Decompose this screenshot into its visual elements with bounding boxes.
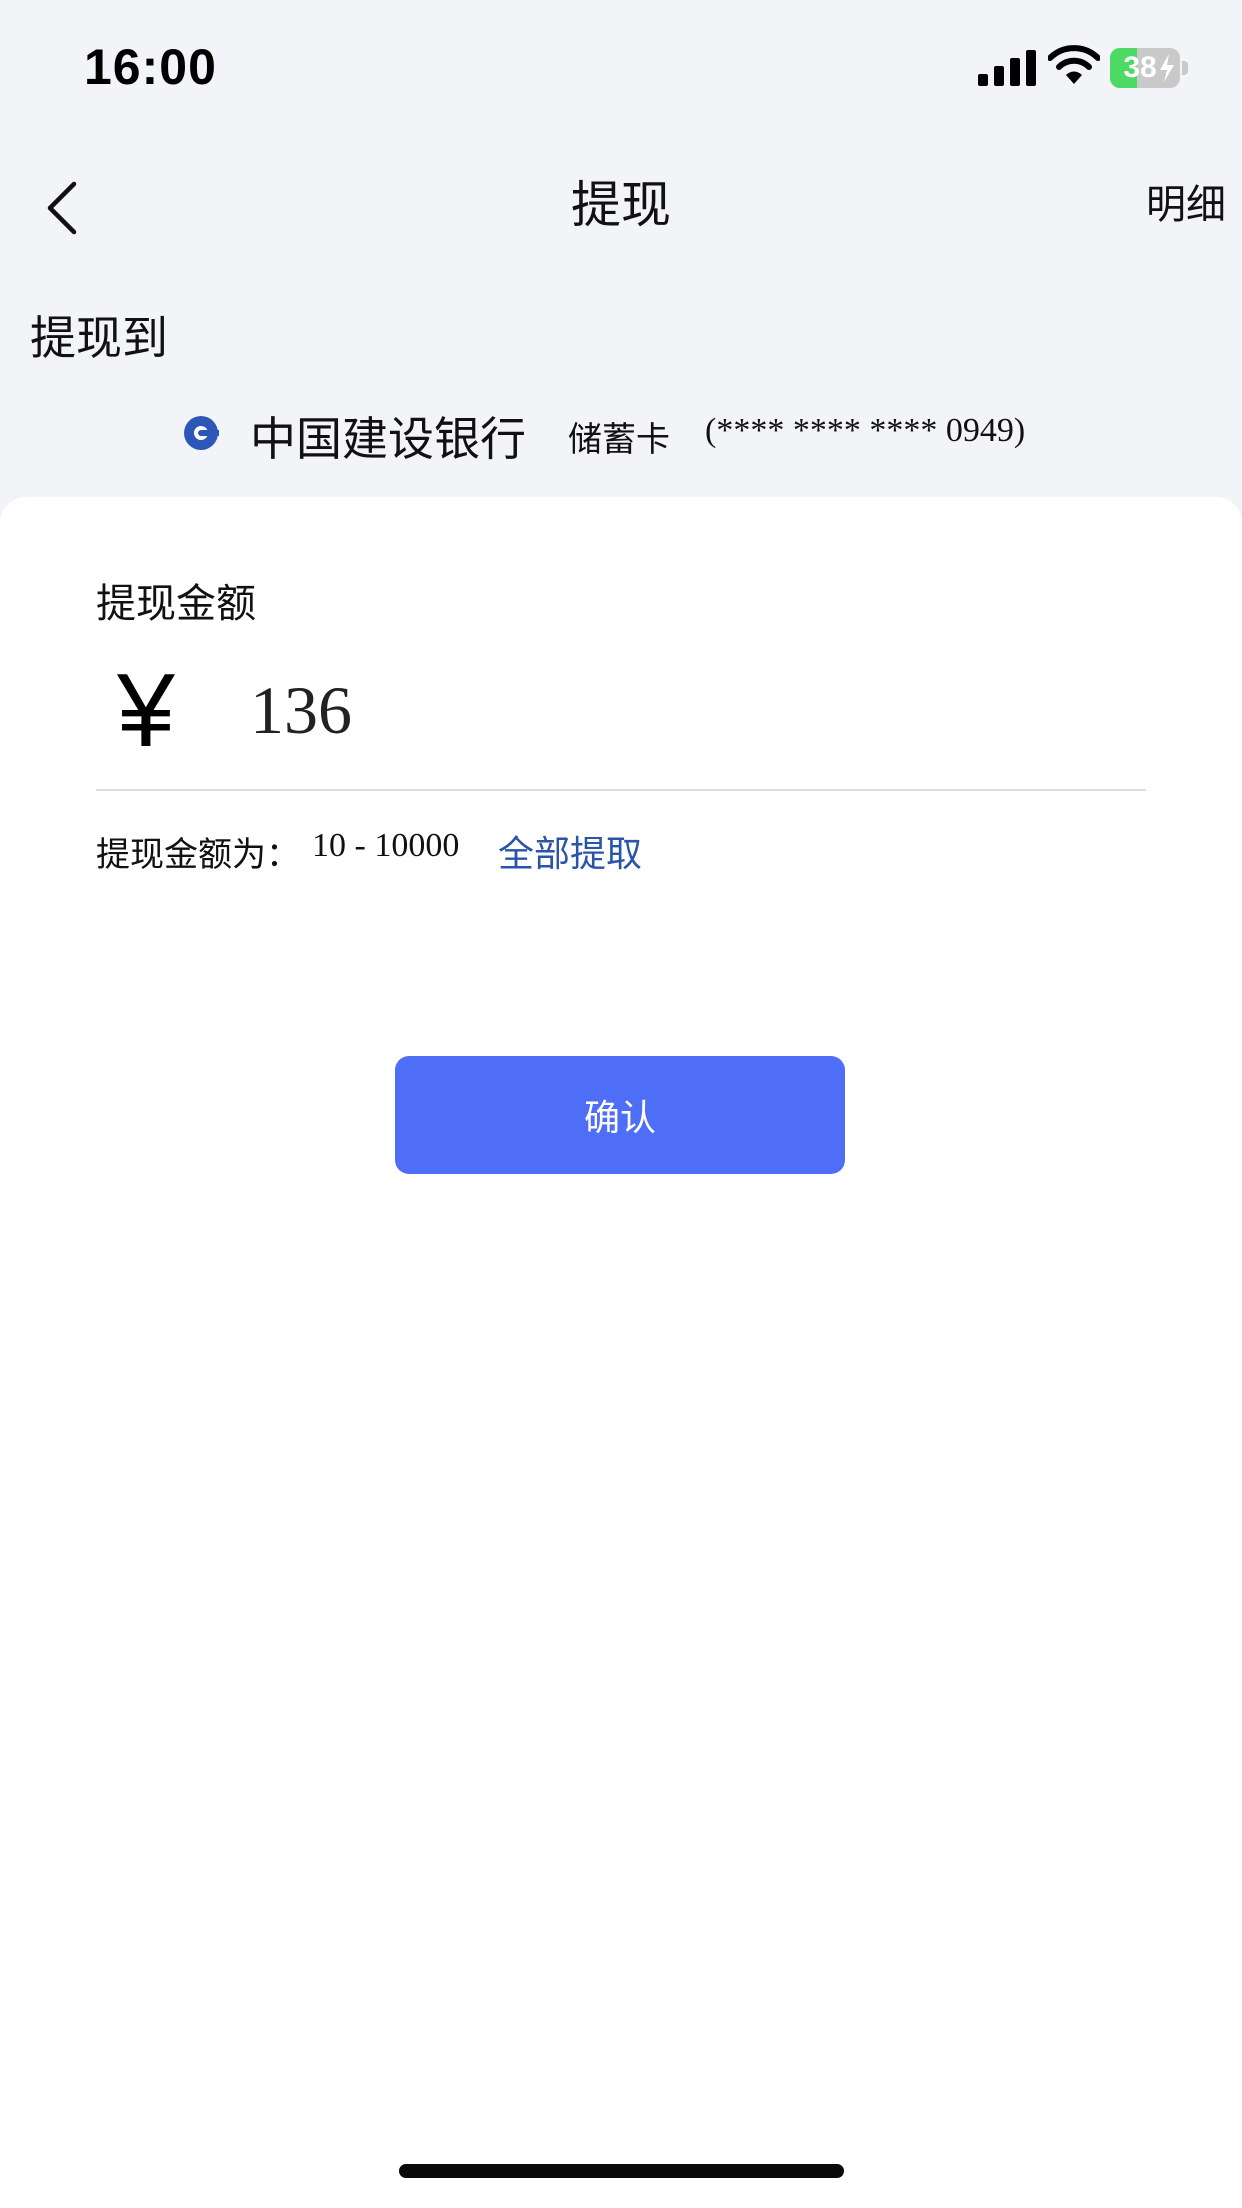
currency-symbol: ¥ — [117, 653, 175, 769]
amount-label: 提现金额 — [96, 581, 256, 627]
back-button[interactable] — [30, 165, 100, 245]
bank-card-selector[interactable]: 中国建设银行 储蓄卡 (**** **** **** 0949) — [0, 395, 1242, 475]
signal-bars-icon — [978, 50, 1036, 86]
wifi-icon — [1048, 45, 1100, 84]
amount-input[interactable] — [250, 665, 1130, 755]
ccb-bank-logo-icon — [184, 416, 219, 450]
battery-body: 38 — [1110, 48, 1180, 88]
range-label: 提现金额为： — [96, 835, 300, 875]
battery-cap — [1182, 61, 1188, 75]
amount-card: 提现金额 ¥ 提现金额为： 10 - 10000 全部提取 确认 — [0, 497, 1242, 2208]
status-bar: 16:00 38 — [0, 0, 1242, 135]
confirm-button[interactable]: 确认 — [395, 1056, 845, 1174]
range-value: 10 - 10000 — [312, 827, 460, 864]
home-indicator — [399, 2164, 844, 2178]
withdraw-all-link[interactable]: 全部提取 — [498, 825, 642, 877]
amount-divider — [96, 789, 1146, 791]
chevron-left-icon — [47, 181, 77, 235]
page-title: 提现 — [571, 176, 671, 234]
nav-bar: 提现 明细 — [0, 135, 1242, 275]
detail-button[interactable]: 明细 — [1146, 135, 1226, 275]
card-number: (**** **** **** 0949) — [705, 412, 1026, 449]
card-type: 储蓄卡 — [568, 420, 670, 460]
status-time: 16:00 — [84, 39, 217, 95]
withdraw-to-label: 提现到 — [30, 311, 168, 365]
battery-charging-icon: 38 — [1110, 48, 1188, 88]
charging-bolt-icon — [1160, 54, 1174, 82]
bank-name: 中国建设银行 — [250, 412, 526, 466]
